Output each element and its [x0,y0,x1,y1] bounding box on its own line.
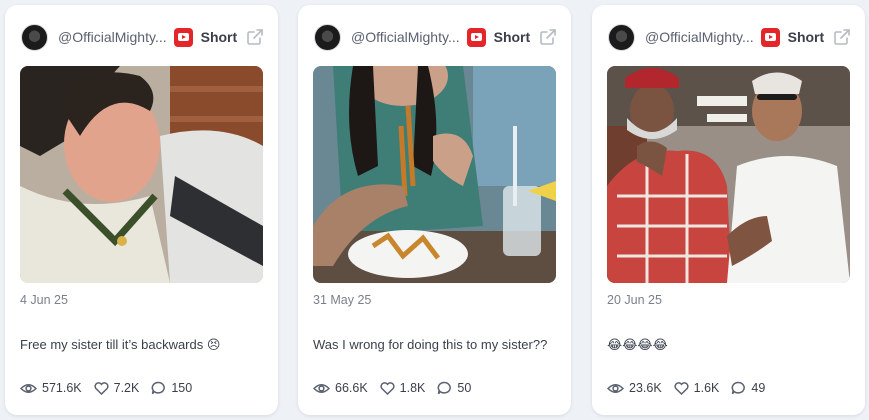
external-link-icon[interactable] [246,28,264,46]
eye-icon [313,383,330,393]
external-link-icon[interactable] [833,28,851,46]
content-type-label: Short [200,29,238,45]
publish-date: 4 Jun 25 [20,293,68,307]
eye-icon [607,383,624,393]
views-count: 66.6K [335,381,368,395]
publish-date: 20 Jun 25 [607,293,662,307]
engagement-stats: 66.6K 1.8K 50 [313,381,483,395]
engagement-stats: 571.6K 7.2K 150 [20,381,204,395]
comment-icon [437,381,452,395]
views-count: 571.6K [42,381,82,395]
avatar[interactable] [608,23,635,51]
video-card[interactable]: @OfficialMighty... Short [592,5,865,415]
channel-handle[interactable]: @OfficialMighty... [58,29,167,45]
avatar[interactable] [21,23,48,51]
content-type-label: Short [787,29,825,45]
engagement-stats: 23.6K 1.6K 49 [607,381,777,395]
card-header: @OfficialMighty... Short [21,23,264,51]
card-header: @OfficialMighty... Short [608,23,851,51]
video-caption: 😂😂😂😂 [607,337,668,352]
card-header: @OfficialMighty... Short [314,23,557,51]
comments-count: 50 [457,381,472,395]
channel-handle[interactable]: @OfficialMighty... [645,29,754,45]
comments-count: 150 [171,381,193,395]
video-card-grid: @OfficialMighty... Short 4 Jun 25 Free m… [0,0,869,420]
avatar[interactable] [314,23,341,51]
likes-count: 1.6K [693,381,720,395]
video-thumbnail[interactable] [20,66,263,283]
video-card[interactable]: @OfficialMighty... Short [5,5,278,415]
youtube-icon [173,27,193,47]
video-thumbnail[interactable] [313,66,556,283]
comment-icon [151,381,166,395]
external-link-icon[interactable] [539,28,557,46]
heart-icon [94,381,109,395]
youtube-icon [466,27,486,47]
heart-icon [380,381,395,395]
likes-count: 7.2K [113,381,140,395]
publish-date: 31 May 25 [313,293,372,307]
video-card[interactable]: @OfficialMighty... Short [298,5,571,415]
views-count: 23.6K [629,381,662,395]
eye-icon [20,383,37,393]
video-caption: Was I wrong for doing this to my sister?… [313,337,548,352]
video-thumbnail[interactable] [607,66,850,283]
heart-icon [674,381,689,395]
likes-count: 1.8K [399,381,426,395]
youtube-icon [760,27,780,47]
video-caption: Free my sister till it’s backwards 😣 [20,337,221,352]
content-type-label: Short [493,29,531,45]
comments-count: 49 [751,381,766,395]
comment-icon [731,381,746,395]
channel-handle[interactable]: @OfficialMighty... [351,29,460,45]
